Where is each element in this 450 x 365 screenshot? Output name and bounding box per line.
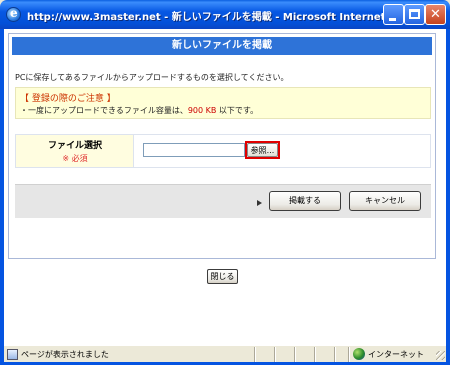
file-select-label: ファイル選択 — [47, 141, 102, 151]
status-divider — [254, 347, 256, 362]
file-path-input[interactable] — [143, 143, 245, 157]
dialog-heading: 新しいファイルを掲載 — [12, 37, 432, 55]
page-icon — [7, 349, 18, 360]
notice-body-prefix: ・一度にアップロードできるファイル容量は、 — [20, 106, 188, 115]
internet-globe-icon — [353, 348, 365, 360]
close-button[interactable]: 閉じる — [207, 269, 238, 284]
minimize-button[interactable] — [383, 4, 404, 25]
status-bar: ページが表示されました インターネット — [4, 345, 446, 362]
resize-grip[interactable] — [436, 351, 445, 360]
page-content: 新しいファイルを掲載 PCに保存してあるファイルからアップロードするものを選択し… — [4, 29, 446, 345]
minimize-icon — [389, 18, 396, 21]
arrow-right-icon — [257, 200, 262, 206]
notice-body: ・一度にアップロードできるファイル容量は、900 KB 以下です。 — [20, 105, 258, 116]
maximize-button[interactable] — [404, 4, 425, 25]
title-bar[interactable]: http://www.3master.net - 新しいファイルを掲載 - Mi… — [0, 0, 450, 29]
status-divider — [348, 347, 350, 362]
maximize-icon — [409, 9, 420, 19]
submit-button[interactable]: 掲載する — [269, 191, 341, 211]
instruction-text: PCに保存してあるファイルからアップロードするものを選択してください。 — [15, 73, 289, 82]
close-icon: ✕ — [430, 7, 441, 22]
close-window-button[interactable]: ✕ — [425, 4, 446, 25]
file-select-label-cell: ファイル選択 ※ 必須 — [16, 135, 134, 167]
action-bar: 掲載する キャンセル — [15, 184, 431, 218]
status-text: ページが表示されました — [21, 350, 109, 359]
ie-icon[interactable] — [6, 6, 21, 22]
browse-button-label: 参照... — [247, 143, 278, 157]
browse-button[interactable]: 参照... — [245, 141, 280, 159]
notice-title: 【 登録の際のご注意 】 — [20, 94, 116, 104]
zone-text: インターネット — [368, 350, 424, 359]
window-title: http://www.3master.net - 新しいファイルを掲載 - Mi… — [27, 12, 437, 23]
notice-body-suffix: 以下です。 — [216, 106, 259, 115]
notice-box: 【 登録の際のご注意 】 ・一度にアップロードできるファイル容量は、900 KB… — [15, 87, 431, 119]
status-divider — [334, 347, 336, 362]
status-divider — [294, 347, 296, 362]
status-divider — [314, 347, 316, 362]
upload-dialog: 新しいファイルを掲載 PCに保存してあるファイルからアップロードするものを選択し… — [8, 33, 436, 259]
notice-size-limit: 900 KB — [187, 106, 217, 115]
cancel-button[interactable]: キャンセル — [349, 191, 421, 211]
window-frame: 新しいファイルを掲載 PCに保存してあるファイルからアップロードするものを選択し… — [0, 29, 450, 365]
status-divider — [274, 347, 276, 362]
file-select-row: ファイル選択 ※ 必須 参照... — [15, 134, 431, 168]
required-marker: ※ 必須 — [62, 154, 88, 163]
